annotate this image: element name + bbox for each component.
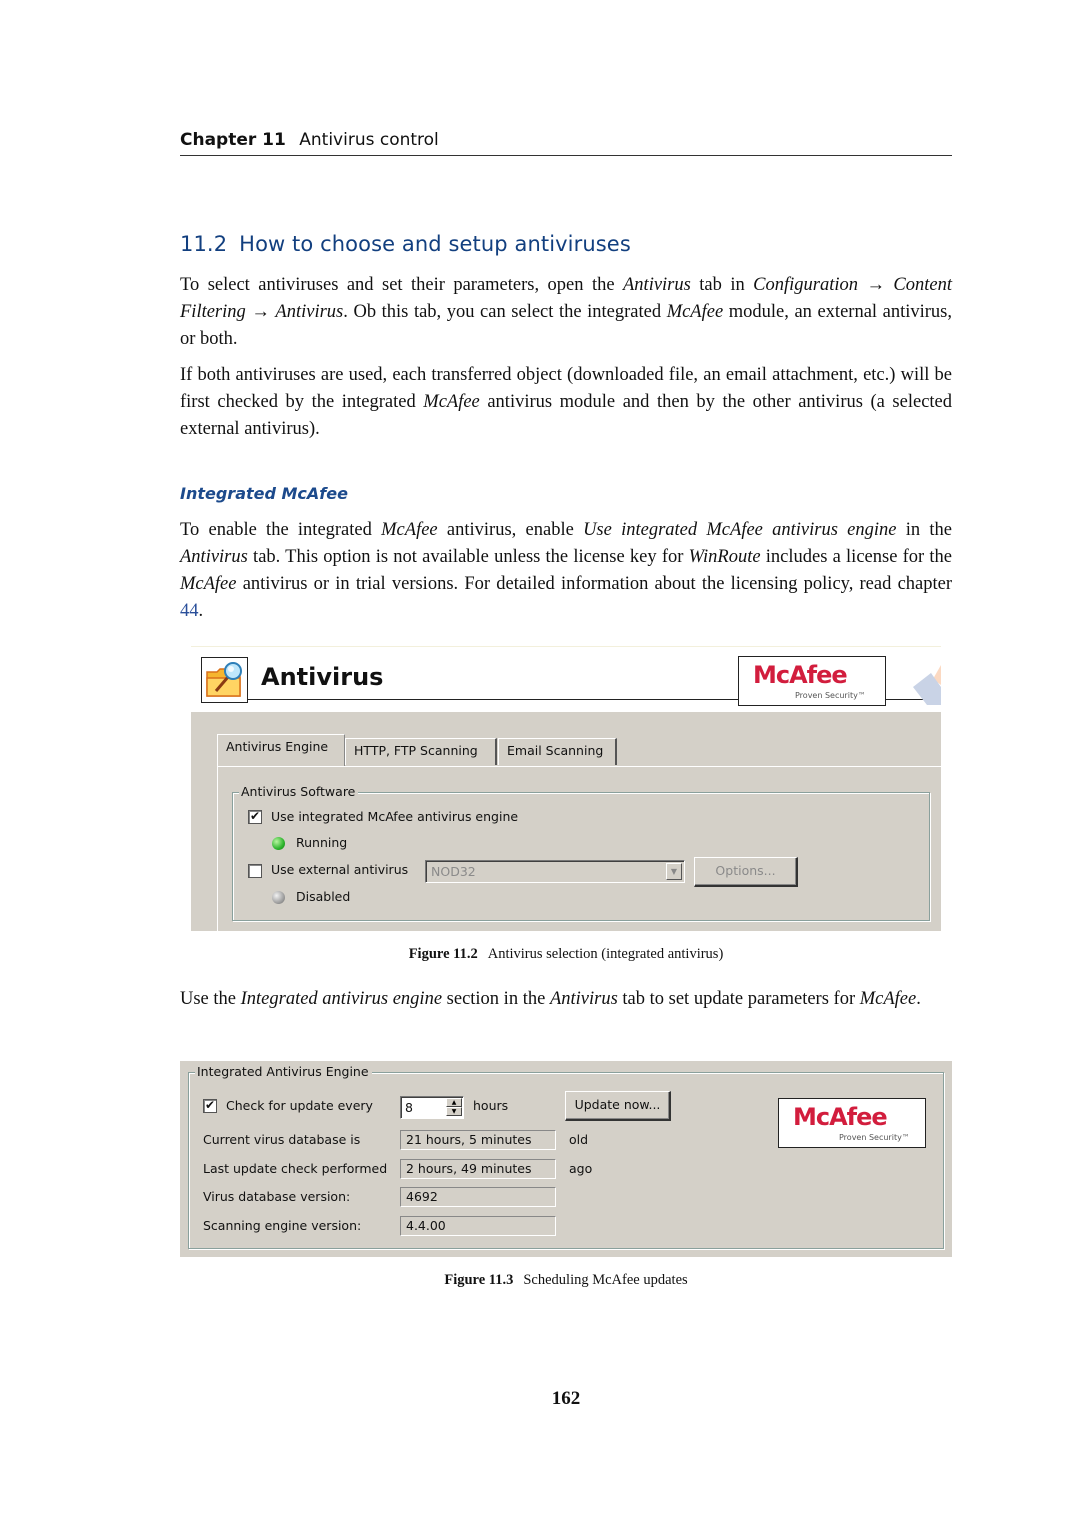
mcafee-tagline: Proven Security™ (839, 1133, 910, 1142)
row-suffix: old (569, 1132, 589, 1147)
row-label: Virus database version: (203, 1189, 351, 1204)
use-external-checkbox[interactable] (248, 864, 262, 878)
page-number: 162 (551, 1388, 581, 1409)
use-integrated-label[interactable]: Use integrated McAfee antivirus engine (271, 809, 518, 824)
row-label: Last update check performed (203, 1161, 388, 1176)
row-suffix: ago (569, 1161, 593, 1176)
figure-caption: Figure 11.2 Antivirus selection (integrat… (180, 946, 952, 963)
database-age-field: 21 hours, 5 minutes (400, 1130, 556, 1150)
chapter-link[interactable]: 44 (180, 601, 199, 621)
decorative-shape-icon (913, 665, 941, 705)
update-interval-stepper[interactable]: 8 ▲ ▼ (400, 1096, 464, 1119)
check-update-label[interactable]: Check for update every (226, 1098, 373, 1113)
figure-scheduling-updates: Integrated Antivirus Engine ✔ Check for … (180, 1061, 952, 1257)
figure-header: Antivirus McAfee Proven Security™ (191, 646, 941, 710)
mcafee-wordmark: McAfee (753, 661, 848, 689)
paragraph: Use the Integrated antivirus engine sect… (180, 989, 921, 1009)
options-button[interactable]: Options... (694, 857, 798, 887)
tab-http-ftp-scanning[interactable]: HTTP, FTP Scanning (345, 738, 497, 765)
external-antivirus-select[interactable]: NOD32 ▼ (425, 860, 685, 883)
chapter-title: Antivirus control (299, 130, 439, 150)
folder-magnifier-icon (201, 657, 248, 703)
update-now-button[interactable]: Update now... (565, 1091, 671, 1121)
status-running-icon (272, 837, 285, 850)
check-update-checkbox[interactable]: ✔ (203, 1099, 217, 1113)
tab-antivirus-engine[interactable]: Antivirus Engine (217, 734, 345, 767)
use-external-label[interactable]: Use external antivirus (271, 862, 408, 877)
checkmark-icon: ✔ (249, 809, 261, 823)
caption-text: Scheduling McAfee updates (523, 1272, 688, 1288)
figure-antivirus-selection: Antivirus McAfee Proven Security™ Antivi… (191, 646, 941, 931)
caption-label: Figure 11.3 (444, 1272, 514, 1288)
section-title: 11.2 How to choose and setup antiviruses (180, 232, 631, 256)
mcafee-wordmark: McAfee (793, 1103, 888, 1131)
caption-label: Figure 11.2 (408, 946, 478, 962)
paragraph: To select antiviruses and set their para… (180, 275, 953, 349)
page-title: Antivirus (261, 663, 384, 691)
paragraph: To enable the integrated McAfee antiviru… (180, 520, 953, 621)
last-check-field: 2 hours, 49 minutes (400, 1159, 556, 1179)
row-label: Current virus database is (203, 1132, 361, 1147)
chapter-label: Chapter 11 (180, 130, 286, 150)
subsection-title: Integrated McAfee (180, 484, 348, 503)
row-label: Scanning engine version: (203, 1218, 362, 1233)
group-title: Antivirus Software (239, 784, 359, 799)
section-number: 11.2 (180, 232, 228, 256)
group-title: Integrated Antivirus Engine (195, 1064, 372, 1079)
checkmark-icon: ✔ (204, 1098, 216, 1112)
arrow-up-icon[interactable]: ▲ (446, 1098, 462, 1107)
use-integrated-checkbox[interactable]: ✔ (248, 810, 262, 824)
database-version-field: 4692 (400, 1187, 556, 1207)
arrow-down-icon[interactable]: ▼ (446, 1107, 462, 1116)
paragraph: If both antiviruses are used, each trans… (180, 365, 952, 439)
mcafee-tagline: Proven Security™ (795, 691, 866, 700)
interval-unit: hours (473, 1098, 509, 1113)
integrated-status: Running (296, 835, 348, 850)
update-interval-value: 8 (405, 1100, 413, 1115)
chevron-down-icon[interactable]: ▼ (666, 863, 682, 880)
section-title-text: How to choose and setup antiviruses (239, 232, 631, 256)
external-status: Disabled (296, 889, 351, 904)
mcafee-logo: McAfee Proven Security™ (778, 1098, 926, 1148)
engine-version-field: 4.4.00 (400, 1216, 556, 1236)
tab-email-scanning[interactable]: Email Scanning (498, 738, 617, 765)
select-value: NOD32 (431, 864, 476, 879)
settings-panel: Antivirus Engine HTTP, FTP Scanning Emai… (191, 712, 941, 931)
mcafee-logo: McAfee Proven Security™ (738, 656, 886, 706)
figure-caption: Figure 11.3 Scheduling McAfee updates (180, 1272, 952, 1289)
status-disabled-icon (272, 891, 285, 904)
caption-text: Antivirus selection (integrated antiviru… (487, 946, 724, 962)
antivirus-software-group: Antivirus Software ✔ Use integrated McAf… (232, 784, 930, 921)
running-header: Chapter 11 Antivirus control (180, 130, 952, 156)
